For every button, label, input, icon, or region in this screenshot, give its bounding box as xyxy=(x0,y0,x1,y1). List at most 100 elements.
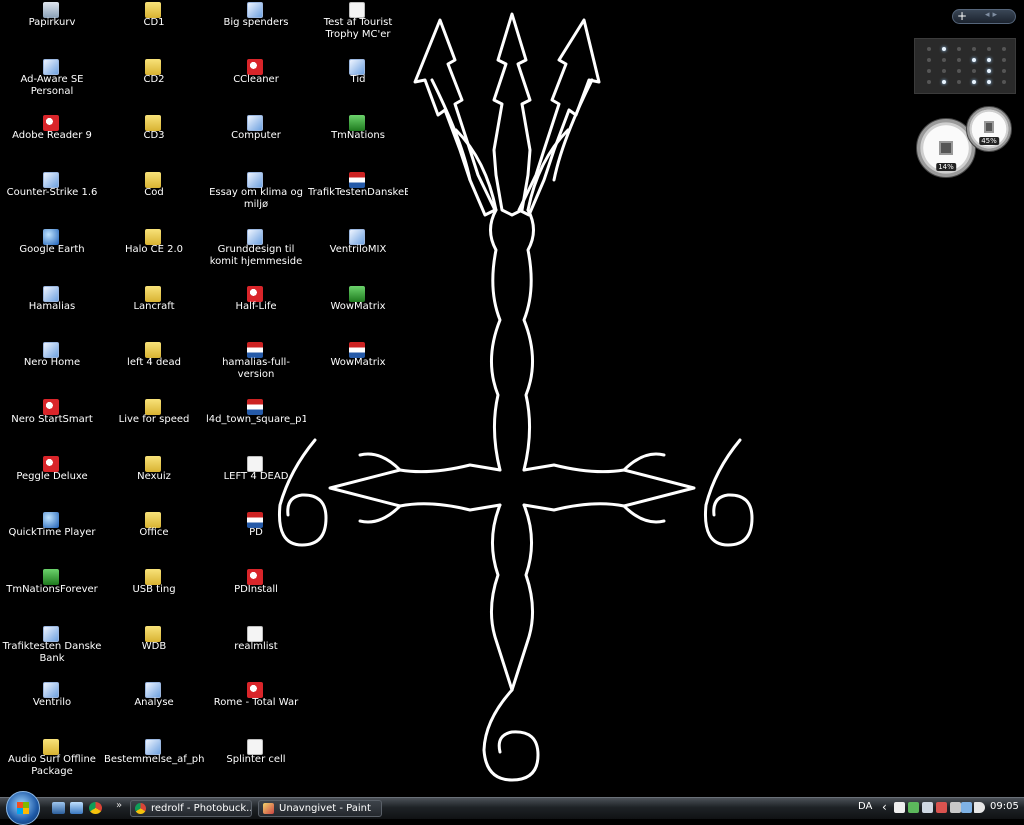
desktop-icon[interactable]: VentriloMIX xyxy=(306,227,410,283)
network-tray-icon[interactable] xyxy=(908,802,919,813)
task-chrome-photobucket[interactable]: redrolf - Photobuck... xyxy=(130,800,252,817)
desktop-icon[interactable]: Halo CE 2.0 xyxy=(102,227,206,283)
puzzle-tile[interactable] xyxy=(987,47,991,51)
desktop-icon[interactable]: Rome - Total War xyxy=(204,680,308,736)
desktop-icon[interactable]: TmNationsForever xyxy=(0,567,104,623)
puzzle-tile[interactable] xyxy=(972,80,976,84)
desktop-icon[interactable]: Tid xyxy=(306,57,410,113)
desktop-icon[interactable]: Adobe Reader 9 xyxy=(0,113,104,169)
desktop-icon[interactable]: Counter-Strike 1.6 xyxy=(0,170,104,226)
desktop-icon[interactable]: realmlist xyxy=(204,624,308,680)
desktop-icon[interactable]: CD3 xyxy=(102,113,206,169)
desktop-icon[interactable]: CD2 xyxy=(102,57,206,113)
volume-icon[interactable] xyxy=(974,802,985,813)
security-tray-icon[interactable] xyxy=(936,802,947,813)
desktop-icon[interactable]: hamalias-full-version xyxy=(204,340,308,396)
desktop-icon[interactable]: Peggle Deluxe xyxy=(0,454,104,510)
puzzle-tile[interactable] xyxy=(987,69,991,73)
desktop-icon[interactable]: Nexuiz xyxy=(102,454,206,510)
monitor-tray-icon[interactable] xyxy=(961,802,972,813)
desktop-icon[interactable]: QuickTime Player xyxy=(0,510,104,566)
puzzle-tile[interactable] xyxy=(927,58,931,62)
puzzle-tile[interactable] xyxy=(942,69,946,73)
desktop-icon[interactable]: PDInstall xyxy=(204,567,308,623)
slide-puzzle-gadget[interactable] xyxy=(914,38,1016,94)
chrome-quicklaunch-icon[interactable] xyxy=(89,802,102,814)
desktop-icon[interactable]: WowMatrix xyxy=(306,284,410,340)
puzzle-tile[interactable] xyxy=(972,58,976,62)
puzzle-tile[interactable] xyxy=(942,80,946,84)
desktop-icon-label: Analyse xyxy=(134,697,174,708)
desktop-icon[interactable]: Papirkurv xyxy=(0,0,104,56)
desktop-icon[interactable]: Ad-Aware SE Personal xyxy=(0,57,104,113)
desktop-icon[interactable]: Trafiktesten Danske Bank xyxy=(0,624,104,680)
start-button[interactable] xyxy=(6,791,40,825)
puzzle-tile[interactable] xyxy=(987,58,991,62)
desktop-icon[interactable]: WDB xyxy=(102,624,206,680)
puzzle-tile[interactable] xyxy=(1002,80,1006,84)
desktop-icon[interactable]: CD1 xyxy=(102,0,206,56)
desktop-icon[interactable]: TrafikTestenDanskeB... xyxy=(306,170,410,226)
search-tray-icon[interactable] xyxy=(950,802,961,813)
quicklaunch-more-button[interactable]: » xyxy=(116,800,122,811)
desktop-icon[interactable]: Nero Home xyxy=(0,340,104,396)
puzzle-tile[interactable] xyxy=(1002,58,1006,62)
desktop-icon[interactable]: Essay om klima og miljø xyxy=(204,170,308,226)
sidebar-control-bar[interactable]: + ◂▸ xyxy=(952,9,1016,24)
desktop-icon[interactable]: Big spenders xyxy=(204,0,308,56)
desktop-icon[interactable]: Audio Surf Offline Package xyxy=(0,737,104,793)
desktop-icon[interactable]: Analyse xyxy=(102,680,206,736)
desktop-icon[interactable]: Bestemmelse_af_pho... xyxy=(102,737,206,793)
puzzle-tile[interactable] xyxy=(942,47,946,51)
desktop-icon[interactable]: Lancraft xyxy=(102,284,206,340)
puzzle-tile[interactable] xyxy=(957,80,961,84)
ccleaner-icon xyxy=(247,59,263,75)
system-clock[interactable]: 09:05 xyxy=(990,801,1019,812)
desktop-icon[interactable]: PD xyxy=(204,510,308,566)
desktop-icon[interactable]: Splinter cell xyxy=(204,737,308,793)
puzzle-tile[interactable] xyxy=(957,47,961,51)
desktop-icon[interactable]: Office xyxy=(102,510,206,566)
rx-tray-icon[interactable] xyxy=(894,802,905,813)
desktop-icon[interactable]: Grunddesign til komit hjemmeside xyxy=(204,227,308,283)
desktop-icon[interactable]: Nero StartSmart xyxy=(0,397,104,453)
desktop-icon[interactable]: Test af Tourist Trophy MC'er xyxy=(306,0,410,56)
update-tray-icon[interactable] xyxy=(922,802,933,813)
puzzle-tile[interactable] xyxy=(957,58,961,62)
desktop-icon[interactable]: Live for speed xyxy=(102,397,206,453)
switch-windows-icon[interactable] xyxy=(70,802,83,814)
puzzle-tile[interactable] xyxy=(987,80,991,84)
desktop-icon[interactable]: USB ting xyxy=(102,567,206,623)
ventrilomix-icon xyxy=(349,229,365,245)
task-paint[interactable]: Unavngivet - Paint xyxy=(258,800,382,817)
puzzle-tile[interactable] xyxy=(957,69,961,73)
desktop-icon[interactable]: Google Earth xyxy=(0,227,104,283)
desktop-icon[interactable]: Half-Life xyxy=(204,284,308,340)
puzzle-tile[interactable] xyxy=(1002,69,1006,73)
desktop-icon[interactable]: CCleaner xyxy=(204,57,308,113)
add-gadget-button[interactable]: + xyxy=(957,9,967,23)
desktop-icon[interactable]: Hamalias xyxy=(0,284,104,340)
memory-meter-gauge[interactable]: 45% xyxy=(966,106,1012,152)
desktop-icon[interactable]: Computer xyxy=(204,113,308,169)
desktop-icon[interactable]: Ventrilo xyxy=(0,680,104,736)
puzzle-tile[interactable] xyxy=(942,58,946,62)
desktop-icon-label: VentriloMIX xyxy=(329,244,387,255)
puzzle-tile[interactable] xyxy=(972,69,976,73)
desktop[interactable]: Papirkurv Ad-Aware SE Personal Adobe Reade… xyxy=(0,0,1024,797)
puzzle-tile[interactable] xyxy=(927,47,931,51)
show-desktop-icon[interactable] xyxy=(52,802,65,814)
puzzle-tile[interactable] xyxy=(927,69,931,73)
desktop-icon[interactable]: TmNations xyxy=(306,113,410,169)
desktop-icon[interactable]: l4d_town_square_p1 xyxy=(204,397,308,453)
puzzle-tile[interactable] xyxy=(972,47,976,51)
desktop-icon[interactable]: Cod xyxy=(102,170,206,226)
language-indicator[interactable]: DA xyxy=(858,801,872,812)
desktop-icon[interactable]: LEFT 4 DEAD xyxy=(204,454,308,510)
gadget-page-arrows[interactable]: ◂▸ xyxy=(985,10,1000,20)
desktop-icon[interactable]: WowMatrix xyxy=(306,340,410,396)
desktop-icon[interactable]: left 4 dead xyxy=(102,340,206,396)
puzzle-tile[interactable] xyxy=(1002,47,1006,51)
show-hidden-icons-button[interactable]: ‹ xyxy=(882,800,887,814)
puzzle-tile[interactable] xyxy=(927,80,931,84)
